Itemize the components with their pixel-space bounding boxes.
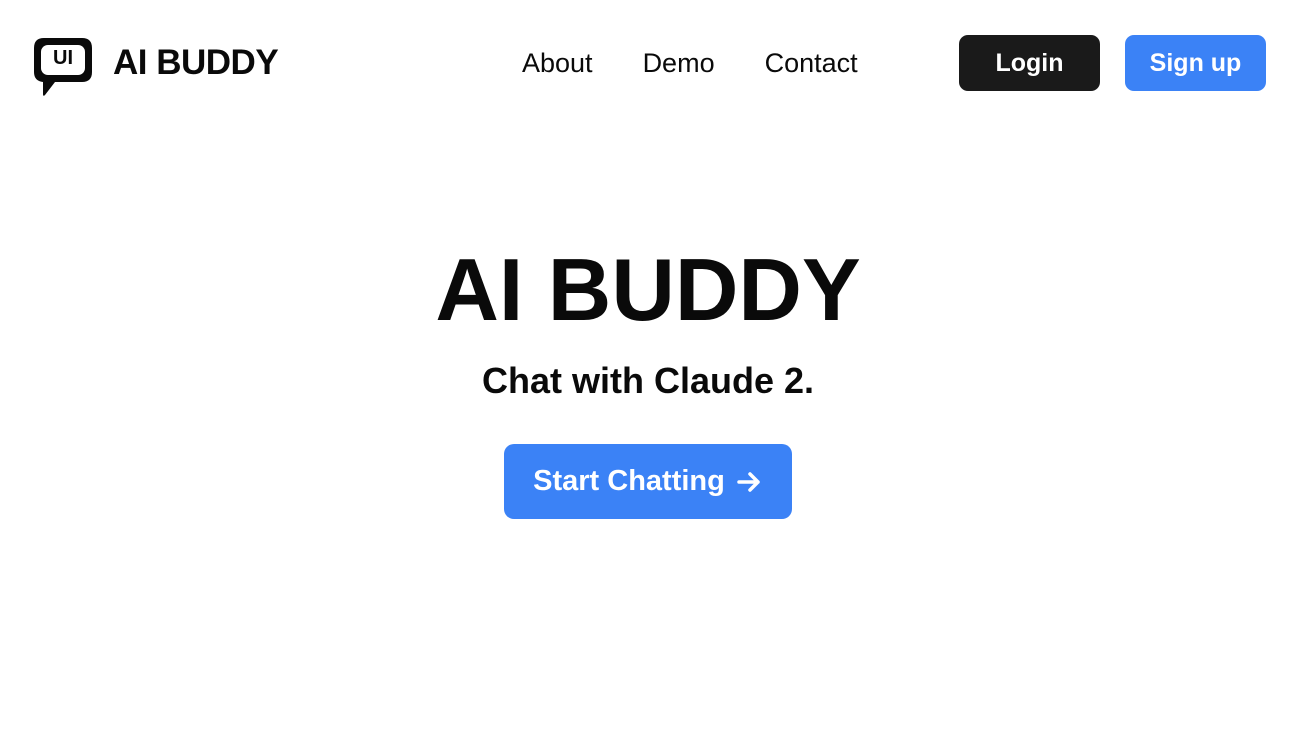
top-navbar: UI AI BUDDY About Demo Contact Login Sig… xyxy=(0,0,1296,126)
chat-bubble-logo-icon: UI xyxy=(31,35,95,99)
start-chatting-label: Start Chatting xyxy=(533,465,725,497)
hero-subtitle: Chat with Claude 2. xyxy=(481,360,815,401)
hero-title: AI BUDDY xyxy=(435,240,861,339)
signup-button[interactable]: Sign up xyxy=(1125,35,1266,91)
nav-link-about[interactable]: About xyxy=(522,44,593,82)
arrow-right-icon xyxy=(735,468,763,496)
nav-link-contact[interactable]: Contact xyxy=(765,44,858,82)
start-chatting-button[interactable]: Start Chatting xyxy=(504,444,792,519)
brand-name: AI BUDDY xyxy=(113,43,279,82)
login-button[interactable]: Login xyxy=(959,35,1100,91)
brand-home-link[interactable]: UI AI BUDDY xyxy=(31,35,279,99)
nav-link-demo[interactable]: Demo xyxy=(643,44,715,82)
landing-page: UI AI BUDDY About Demo Contact Login Sig… xyxy=(0,0,1296,736)
logo-text: UI xyxy=(53,47,73,69)
main-nav: About Demo Contact xyxy=(522,44,858,82)
